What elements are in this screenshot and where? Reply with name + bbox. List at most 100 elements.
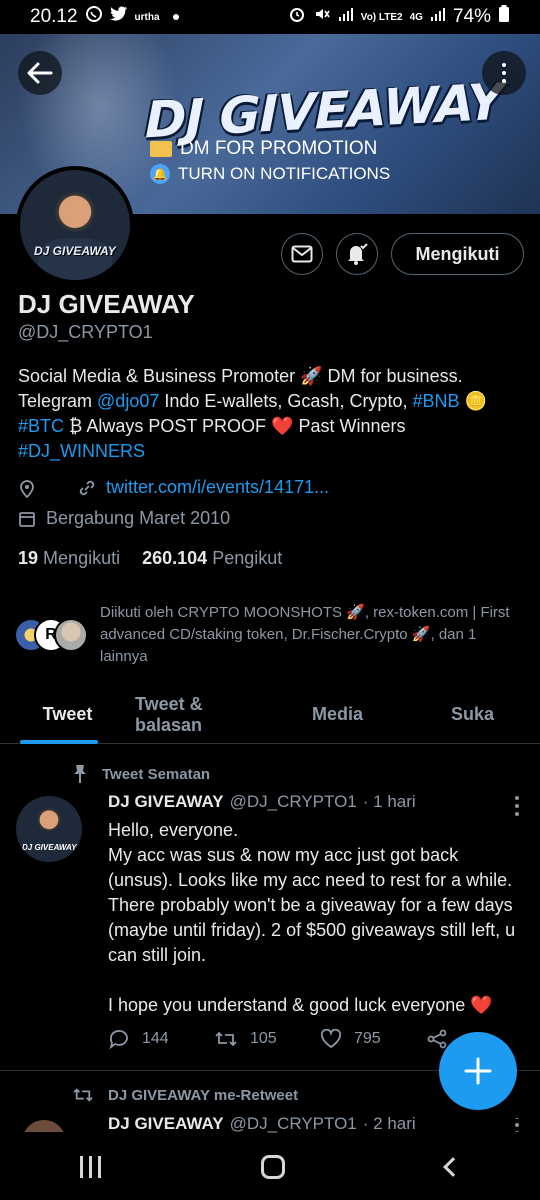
status-bar: 20.12 urtha Vo) LTE2 4G 74% xyxy=(0,0,540,34)
bio-text-3: 🪙 xyxy=(459,391,487,411)
twitter-icon xyxy=(109,6,128,28)
heart-emoji-icon: ❤️ xyxy=(470,995,493,1015)
whatsapp-icon xyxy=(85,5,103,29)
notification-dot-icon xyxy=(172,14,179,20)
tab-tweet[interactable]: Tweet xyxy=(0,686,135,744)
profile-website-link[interactable]: twitter.com/i/events/14171... xyxy=(106,477,329,498)
tweet-more-button[interactable] xyxy=(507,796,527,816)
tab-tweet-replies[interactable]: Tweet & balasan xyxy=(135,686,270,743)
following-label: Mengikuti xyxy=(43,548,121,568)
share-icon xyxy=(427,1029,447,1049)
bell-check-icon xyxy=(348,243,368,265)
retweet-label-row: DJ GIVEAWAY me-Retweet xyxy=(72,1086,298,1104)
envelope-icon xyxy=(150,141,172,157)
status-left: 20.12 urtha xyxy=(30,5,179,29)
profile-joined: Bergabung Maret 2010 xyxy=(46,508,231,528)
following-count-link[interactable]: 19 Mengikuti xyxy=(18,548,120,569)
tweet-author-handle: @DJ_CRYPTO1 xyxy=(229,792,357,811)
carrier-label: urtha xyxy=(134,11,160,23)
compose-tweet-button[interactable] xyxy=(439,1032,517,1110)
tweet-line: My acc was sus & now my acc just got bac… xyxy=(108,845,516,965)
retweet-count: 105 xyxy=(250,1030,277,1047)
tweet-line-text: I hope you understand & good luck everyo… xyxy=(108,995,466,1015)
tweet-time: · 1 hari xyxy=(362,792,416,811)
mute-icon xyxy=(313,5,331,29)
mail-icon xyxy=(291,245,313,263)
bio-hashtag-bnb[interactable]: #BNB xyxy=(412,391,459,411)
followers-count: 260.104 xyxy=(142,548,208,568)
location-icon xyxy=(20,479,34,498)
status-right: Vo) LTE2 4G 74% xyxy=(288,5,510,29)
following-button[interactable]: Mengikuti xyxy=(391,233,524,275)
tweet-author-avatar[interactable]: DJ GIVEAWAY xyxy=(16,796,82,862)
banner-notify-line: 🔔 TURN ON NOTIFICATIONS xyxy=(150,164,390,184)
tweet2-author-avatar[interactable] xyxy=(22,1120,66,1132)
profile-avatar[interactable]: DJ GIVEAWAY xyxy=(16,166,134,284)
tweet-line-last: I hope you understand & good luck everyo… xyxy=(108,993,518,1018)
reply-button[interactable]: 144 xyxy=(108,1028,214,1050)
arrow-left-icon xyxy=(27,62,53,84)
more-vertical-icon xyxy=(515,1118,519,1132)
profile-bio: Social Media & Business Promoter 🚀 DM fo… xyxy=(18,364,523,464)
retweet-icon xyxy=(73,1088,93,1102)
tweet-author-name: DJ GIVEAWAY xyxy=(108,792,224,811)
banner-promo-text: DM FOR PROMOTION xyxy=(180,138,378,159)
battery-icon xyxy=(498,5,510,29)
following-count: 19 xyxy=(18,548,39,568)
network-type-label: 4G xyxy=(409,11,423,23)
bio-text-4: ₿ Always POST PROOF ❤️ Past Winners xyxy=(64,416,406,436)
retweet-label: DJ GIVEAWAY me-Retweet xyxy=(108,1086,299,1104)
follow-counts: 19 Mengikuti 260.104 Pengikut xyxy=(18,548,282,569)
notifications-button[interactable] xyxy=(336,233,378,275)
pin-icon xyxy=(74,765,86,783)
banner-promo-line: DM FOR PROMOTION xyxy=(150,138,377,160)
profile-joined-row: Bergabung Maret 2010 xyxy=(18,508,230,529)
avatar-tag: DJ GIVEAWAY xyxy=(34,244,116,258)
retweet-button[interactable]: 105 xyxy=(214,1028,320,1050)
back-button[interactable] xyxy=(18,51,62,95)
avatar-image xyxy=(22,1120,66,1132)
tweet2-more-button[interactable] xyxy=(507,1118,527,1132)
system-back-button[interactable] xyxy=(442,1157,463,1177)
mini-avatar xyxy=(54,618,88,652)
followed-by-text: Diikuti oleh CRYPTO MOONSHOTS 🚀, rex-tok… xyxy=(100,604,510,665)
profile-name: DJ GIVEAWAY xyxy=(18,289,195,319)
bio-hashtag-winners[interactable]: #DJ_WINNERS xyxy=(18,441,145,461)
followers-count-link[interactable]: 260.104 Pengikut xyxy=(142,548,282,569)
message-button[interactable] xyxy=(281,233,323,275)
tweet2-time: · 2 hari xyxy=(362,1114,416,1133)
battery-percent: 74% xyxy=(452,6,491,27)
home-button[interactable] xyxy=(261,1155,286,1179)
followers-label: Pengikut xyxy=(212,548,283,568)
plus-icon xyxy=(464,1057,492,1085)
like-button[interactable]: 795 xyxy=(320,1028,426,1050)
signal-icon-2 xyxy=(430,6,446,28)
tweet2-header[interactable]: DJ GIVEAWAY @DJ_CRYPTO1 · 2 hari xyxy=(108,1114,416,1134)
tweet-body[interactable]: Hello, everyone. My acc was sus & now my… xyxy=(108,818,518,1018)
tab-likes[interactable]: Suka xyxy=(405,686,540,743)
bio-link-telegram[interactable]: @djo07 xyxy=(97,391,159,411)
tab-media[interactable]: Media xyxy=(270,686,405,743)
tweet-header[interactable]: DJ GIVEAWAY @DJ_CRYPTO1 · 1 hari xyxy=(108,792,416,812)
status-time: 20.12 xyxy=(30,6,78,27)
tweet2-author-handle: @DJ_CRYPTO1 xyxy=(229,1114,357,1133)
calendar-icon xyxy=(19,511,35,527)
pinned-label-row: Tweet Sematan xyxy=(72,764,210,784)
like-count: 795 xyxy=(354,1030,381,1047)
bio-hashtag-btc[interactable]: #BTC xyxy=(18,416,64,436)
avatar-tag-small: DJ GIVEAWAY xyxy=(22,843,77,852)
more-options-button[interactable] xyxy=(482,51,526,95)
recent-apps-button[interactable] xyxy=(80,1156,102,1178)
signal-icon xyxy=(338,6,354,28)
alarm-icon xyxy=(288,5,306,29)
system-nav-bar xyxy=(0,1134,540,1200)
tweet2-author-name: DJ GIVEAWAY xyxy=(108,1114,224,1133)
followed-by-row[interactable]: R Diikuti oleh CRYPTO MOONSHOTS 🚀, rex-t… xyxy=(14,602,526,668)
followed-by-avatars: R xyxy=(14,615,90,655)
tweet-line: Hello, everyone. xyxy=(108,820,239,840)
profile-tabs: Tweet Tweet & balasan Media Suka xyxy=(0,686,540,744)
network-label: Vo) LTE2 xyxy=(360,11,403,23)
link-icon xyxy=(79,480,95,495)
pinned-label: Tweet Sematan xyxy=(102,765,211,783)
more-vertical-icon xyxy=(515,796,519,816)
